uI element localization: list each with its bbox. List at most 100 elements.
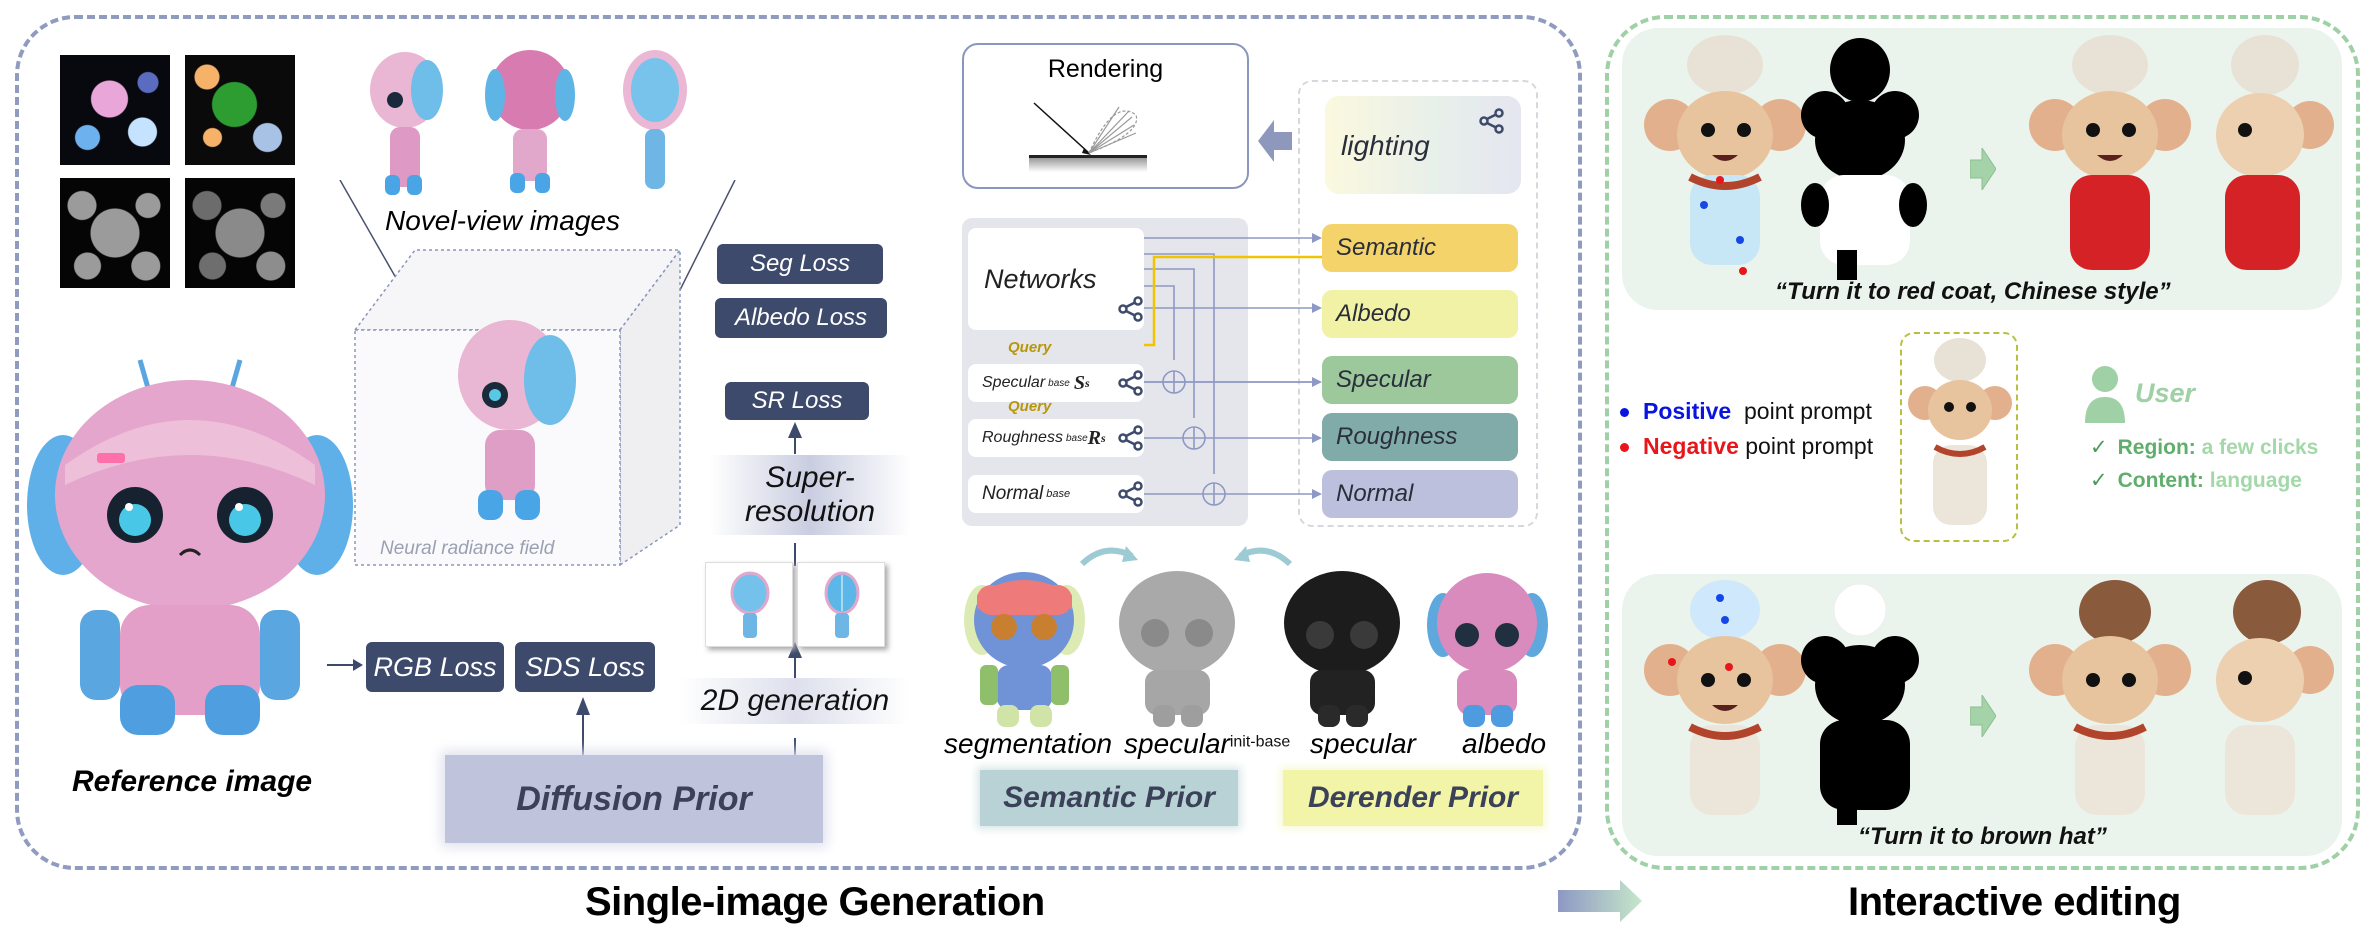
specular-base-label: Specular [982,374,1046,391]
texture-map-segmentation [185,55,295,165]
input-mouse-image [1908,338,2012,525]
novel-view-2 [485,50,575,193]
share-network-icon [1479,108,1504,134]
normal-base-sup: base [1046,488,1071,500]
specular-share-icon [1118,370,1143,396]
reference-robot-image [27,359,353,735]
segmentation-caption: segmentation [944,728,1113,759]
positive-point-legend: Positive point prompt [1620,398,1872,425]
region-line: ✓ Region: a few clicks [2090,435,2318,460]
mouse-output-brown-hat-front [2029,580,2191,815]
normal-base-label: Normal [982,483,1044,504]
lighting-label: lighting [1341,130,1430,161]
check-icon-region: ✓ [2090,436,2108,459]
query-label-1: Query [1008,339,1052,356]
edit-prompt-1: “Turn it to red coat, Chinese style” [1775,278,2171,305]
seg-loss-box: Seg Loss [717,244,883,284]
rgb-loss-box: RGB Loss [366,642,504,692]
generated-view-2 [797,562,885,647]
attribute-roughness: Roughness [1322,413,1518,461]
nerf-label: Neural radiance field [380,538,555,559]
reference-image-label: Reference image [72,765,313,798]
content-key: Content: [2117,469,2204,492]
specular-symbol: S [1073,371,1085,394]
networks-label: Networks [984,263,1097,294]
derender-prior-block: Derender Prior [1283,770,1543,826]
albedo-caption: albedo [1462,728,1547,759]
network-connectors [1144,233,1322,506]
attribute-specular: Specular [1322,356,1518,404]
attribute-albedo: Albedo [1322,290,1518,338]
mouse-output-red-coat-front [2029,35,2191,270]
semantic-prior-block: Semantic Prior [980,770,1238,826]
roughness-base-label: Roughness [982,429,1063,446]
edit-arrow-1 [1970,148,1996,190]
sds-loss-box: SDS Loss [515,642,655,692]
specular-init-caption-sup: init-base [1229,733,1291,751]
mouse-input-blue-coat [1644,35,1806,275]
specular-base-sup: base [1048,377,1070,389]
super-resolution-line-2: resolution [744,495,876,528]
attribute-semantic: Semantic [1322,224,1518,272]
albedo-robot [1427,573,1548,727]
specular-init-base-robot [1119,571,1235,727]
2d-generation-label: 2D generation [680,678,910,724]
mouse-output-brown-hat-side [2216,580,2334,815]
mouse-output-red-coat-side [2216,35,2334,270]
user-icon [2085,366,2125,423]
texture-map-specular [185,178,295,288]
albedo-loss-box: Albedo Loss [715,298,887,338]
specular-init-caption-text: specular [1124,728,1230,759]
sr-loss-box: SR Loss [725,382,869,420]
negative-point-legend: Negative point prompt [1620,433,1873,460]
arrow-to-rgb-loss [327,659,363,671]
rendering-box: Rendering [962,43,1249,189]
negative-dot-icon [1620,443,1629,453]
super-resolution-label: Super- resolution [710,455,910,535]
negative-rest: point prompt [1745,433,1874,459]
lighting-to-rendering-arrow [1258,120,1292,162]
normal-share-icon [1118,481,1143,507]
generated-view-1 [705,562,793,647]
user-label: User [2135,378,2196,408]
specular-init-base-caption: specularinit-base [1124,728,1290,760]
positive-rest: point prompt [1744,398,1872,424]
segmentation-robot [964,572,1085,727]
roughness-share-icon [1118,425,1143,451]
edit-arrow-2 [1970,695,1996,737]
roughness-symbol-sub: s [1100,430,1106,445]
texture-map-albedo [60,55,170,165]
positive-dot-icon [1620,408,1629,418]
lighting-box: lighting [1325,96,1521,194]
negative-word: Negative [1643,433,1739,459]
nerf-robot [458,320,576,520]
rendering-title: Rendering [1047,55,1164,83]
roughness-base-sup: base [1065,432,1088,444]
specular-symbol-sub: s [1084,375,1090,390]
query-label-2: Query [1008,398,1052,415]
positive-word: Positive [1643,398,1732,424]
edit-prompt-2: “Turn it to brown hat” [1858,823,2107,850]
region-key: Region: [2117,436,2196,459]
mouse-input-chef-hat [1644,580,1806,815]
content-value: language [2209,469,2302,492]
mask-silhouette-2 [1801,583,1919,825]
attribute-normal: Normal [1322,470,1518,518]
flow-arrow-icon [1558,880,1642,922]
check-icon-content: ✓ [2090,469,2108,492]
region-value: a few clicks [2201,436,2319,459]
texture-map-roughness [60,178,170,288]
specular-robot [1284,571,1400,727]
mask-silhouette-1 [1801,38,1927,280]
diffusion-prior-block: Diffusion Prior [445,755,823,843]
super-resolution-line-1: Super- [765,461,855,494]
interactive-editing-title: Interactive editing [1848,880,2181,924]
content-line: ✓ Content: language [2090,468,2302,493]
novel-view-1 [370,52,443,195]
brdf-reflection-icon [1029,102,1147,172]
roughness-symbol: R [1087,426,1101,449]
specular-caption: specular [1310,728,1416,759]
novel-view-3 [623,50,687,189]
single-image-generation-title: Single-image Generation [585,880,1045,924]
networks-share-icon [1118,296,1143,322]
